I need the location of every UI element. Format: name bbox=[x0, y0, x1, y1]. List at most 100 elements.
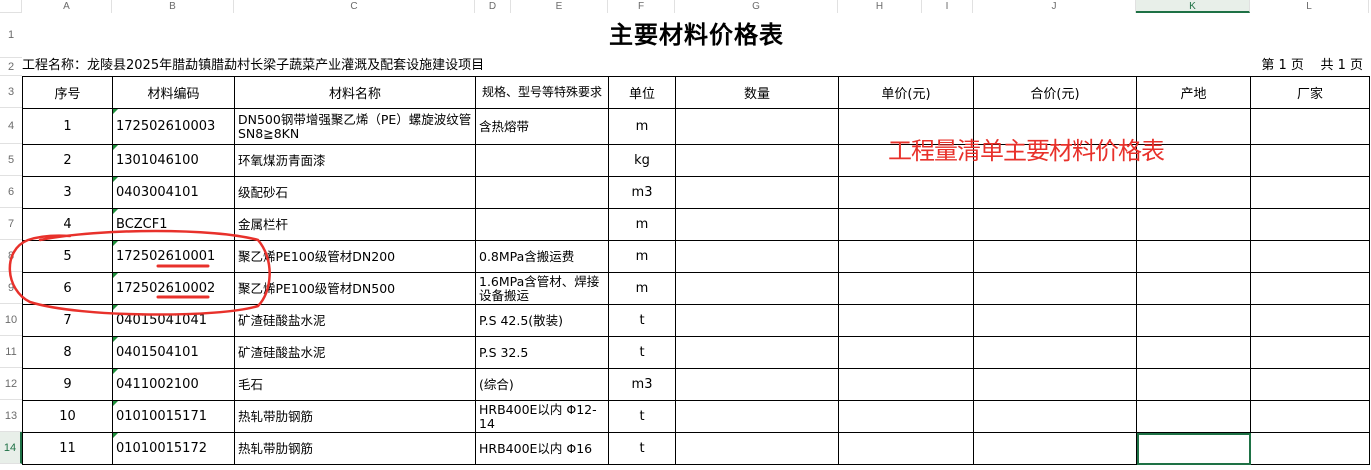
cell-spec[interactable]: P.S 42.5(散装) bbox=[475, 304, 609, 337]
cell-seq[interactable]: 3 bbox=[22, 176, 113, 209]
cell-code[interactable]: 04015041041 bbox=[112, 304, 235, 337]
cell-maker[interactable] bbox=[1250, 176, 1370, 209]
cell-total[interactable] bbox=[973, 176, 1137, 209]
cell-seq[interactable]: 6 bbox=[22, 272, 113, 305]
header-unit[interactable]: 单位 bbox=[608, 76, 676, 109]
cell-name[interactable]: 热轧带肋钢筋 bbox=[234, 432, 476, 465]
cell-seq[interactable]: 7 bbox=[22, 304, 113, 337]
column-header-f[interactable]: F bbox=[608, 0, 675, 13]
column-header-j[interactable]: J bbox=[973, 0, 1136, 13]
cell-maker[interactable] bbox=[1250, 208, 1370, 241]
cell-qty[interactable] bbox=[675, 144, 839, 177]
cell-spec[interactable]: (综合) bbox=[475, 368, 609, 401]
row-header-10[interactable]: 10 bbox=[0, 304, 22, 336]
cell-total[interactable] bbox=[973, 432, 1137, 465]
cell-code[interactable]: 0403004101 bbox=[112, 176, 235, 209]
cell-total[interactable] bbox=[973, 208, 1137, 241]
cell-name[interactable]: 矿渣硅酸盐水泥 bbox=[234, 304, 476, 337]
cell-code[interactable]: 172502610003 bbox=[112, 108, 235, 145]
row-header-14[interactable]: 14 bbox=[0, 432, 22, 464]
cell-origin[interactable] bbox=[1136, 272, 1251, 305]
cell-name[interactable]: 聚乙烯PE100级管材DN500 bbox=[234, 272, 476, 305]
cell-qty[interactable] bbox=[675, 304, 839, 337]
column-header-h[interactable]: H bbox=[838, 0, 922, 13]
cell-price[interactable] bbox=[838, 400, 974, 433]
cell-unit[interactable]: m bbox=[608, 108, 676, 145]
cell-total[interactable] bbox=[973, 336, 1137, 369]
cell-maker[interactable] bbox=[1250, 432, 1370, 465]
cell-name[interactable]: 矿渣硅酸盐水泥 bbox=[234, 336, 476, 369]
cell-unit[interactable]: t bbox=[608, 304, 676, 337]
cell-unit[interactable]: kg bbox=[608, 144, 676, 177]
column-header-b[interactable]: B bbox=[112, 0, 234, 13]
cell-unit[interactable]: m3 bbox=[608, 368, 676, 401]
column-header-e[interactable]: E bbox=[511, 0, 608, 13]
cell-origin[interactable] bbox=[1136, 208, 1251, 241]
row-header-6[interactable]: 6 bbox=[0, 176, 22, 208]
cell-unit[interactable]: m3 bbox=[608, 176, 676, 209]
cell-price[interactable] bbox=[838, 240, 974, 273]
header-maker[interactable]: 厂家 bbox=[1250, 76, 1370, 109]
row-header-2[interactable]: 2 bbox=[0, 58, 22, 76]
cell-qty[interactable] bbox=[675, 336, 839, 369]
row-header-13[interactable]: 13 bbox=[0, 400, 22, 432]
header-spec[interactable]: 规格、型号等特殊要求 bbox=[475, 76, 609, 109]
cell-price[interactable] bbox=[838, 176, 974, 209]
cell-qty[interactable] bbox=[675, 272, 839, 305]
column-header-l[interactable]: L bbox=[1250, 0, 1369, 13]
row-header-8[interactable]: 8 bbox=[0, 240, 22, 272]
cell-total[interactable] bbox=[973, 368, 1137, 401]
cell-unit[interactable]: m bbox=[608, 208, 676, 241]
cell-price[interactable] bbox=[838, 336, 974, 369]
cell-qty[interactable] bbox=[675, 368, 839, 401]
cell-price[interactable] bbox=[838, 304, 974, 337]
cell-price[interactable] bbox=[838, 272, 974, 305]
cell-code[interactable]: 172502610001 bbox=[112, 240, 235, 273]
cell-qty[interactable] bbox=[675, 208, 839, 241]
cell-price[interactable] bbox=[838, 368, 974, 401]
cell-qty[interactable] bbox=[675, 400, 839, 433]
cell-unit[interactable]: t bbox=[608, 336, 676, 369]
row-header-5[interactable]: 5 bbox=[0, 144, 22, 176]
cell-name[interactable]: DN500钢带增强聚乙烯（PE）螺旋波纹管SN8≧8KN bbox=[234, 108, 476, 145]
cell-qty[interactable] bbox=[675, 432, 839, 465]
cell-maker[interactable] bbox=[1250, 304, 1370, 337]
cell-code[interactable]: 172502610002 bbox=[112, 272, 235, 305]
cell-spec[interactable]: HRB400E以内 Φ12-14 bbox=[475, 400, 609, 433]
header-price[interactable]: 单价(元) bbox=[838, 76, 974, 109]
cell-qty[interactable] bbox=[675, 176, 839, 209]
cell-origin[interactable] bbox=[1136, 336, 1251, 369]
cell-seq[interactable]: 10 bbox=[22, 400, 113, 433]
cell-unit[interactable]: t bbox=[608, 432, 676, 465]
cell-spec[interactable]: HRB400E以内 Φ16 bbox=[475, 432, 609, 465]
cell-spec[interactable] bbox=[475, 144, 609, 177]
cell-code[interactable]: 1301046100 bbox=[112, 144, 235, 177]
cell-name[interactable]: 聚乙烯PE100级管材DN200 bbox=[234, 240, 476, 273]
row-header-9[interactable]: 9 bbox=[0, 272, 22, 304]
cell-qty[interactable] bbox=[675, 240, 839, 273]
cell-origin[interactable] bbox=[1136, 304, 1251, 337]
cell-seq[interactable]: 2 bbox=[22, 144, 113, 177]
cell-name[interactable]: 环氧煤沥青面漆 bbox=[234, 144, 476, 177]
cell-maker[interactable] bbox=[1250, 240, 1370, 273]
header-total[interactable]: 合价(元) bbox=[973, 76, 1137, 109]
column-header-d[interactable]: D bbox=[475, 0, 511, 13]
cell-total[interactable] bbox=[973, 304, 1137, 337]
header-qty[interactable]: 数量 bbox=[675, 76, 839, 109]
header-seq[interactable]: 序号 bbox=[22, 76, 113, 109]
cell-spec[interactable]: 1.6MPa含管材、焊接设备搬运 bbox=[475, 272, 609, 305]
row-header-1[interactable]: 1 bbox=[0, 13, 22, 58]
cell-unit[interactable]: t bbox=[608, 400, 676, 433]
cell-total[interactable] bbox=[973, 400, 1137, 433]
cell-seq[interactable]: 8 bbox=[22, 336, 113, 369]
cell-seq[interactable]: 1 bbox=[22, 108, 113, 145]
cell-code[interactable]: 0401504101 bbox=[112, 336, 235, 369]
column-header-g[interactable]: G bbox=[675, 0, 838, 13]
cell-spec[interactable]: P.S 32.5 bbox=[475, 336, 609, 369]
cell-origin[interactable] bbox=[1136, 240, 1251, 273]
header-name[interactable]: 材料名称 bbox=[234, 76, 476, 109]
header-origin[interactable]: 产地 bbox=[1136, 76, 1251, 109]
cell-code[interactable]: 01010015171 bbox=[112, 400, 235, 433]
row-header-12[interactable]: 12 bbox=[0, 368, 22, 400]
cell-name[interactable]: 级配砂石 bbox=[234, 176, 476, 209]
